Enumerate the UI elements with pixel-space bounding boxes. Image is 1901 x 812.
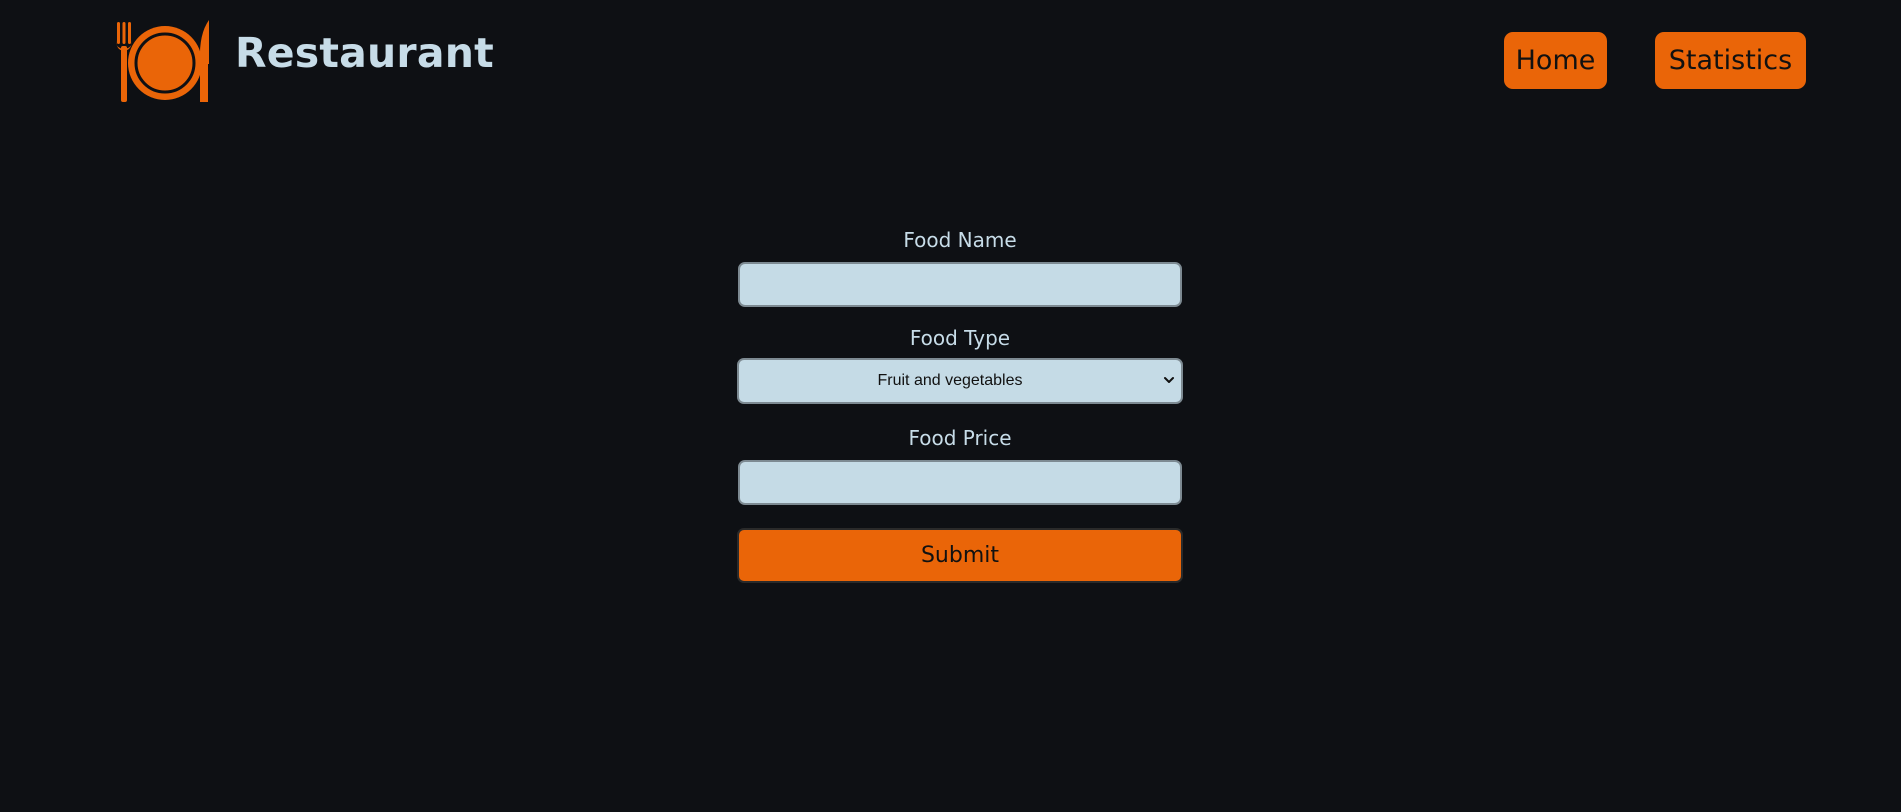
food-name-label: Food Name [903,228,1017,252]
food-type-label: Food Type [909,326,1011,350]
page: Restaurant Home Statistics Food Name Foo… [0,0,1901,812]
brand-title: Restaurant [235,29,494,77]
food-price-label: Food Price [908,426,1012,450]
home-button[interactable]: Home [1504,32,1607,89]
add-food-form: Food Name Food Type Fruit and vegetables… [736,230,1184,583]
chevron-down-icon [1164,377,1174,383]
plate-fork-knife-icon [116,20,209,102]
food-name-input[interactable] [738,262,1182,307]
food-type-selected-value: Fruit and vegetables [877,372,1023,389]
food-price-input[interactable] [738,460,1182,505]
submit-button[interactable]: Submit [737,528,1183,583]
statistics-button[interactable]: Statistics [1655,32,1806,89]
food-type-select[interactable]: Fruit and vegetables [737,358,1183,404]
top-header: Restaurant Home Statistics [0,0,1901,110]
